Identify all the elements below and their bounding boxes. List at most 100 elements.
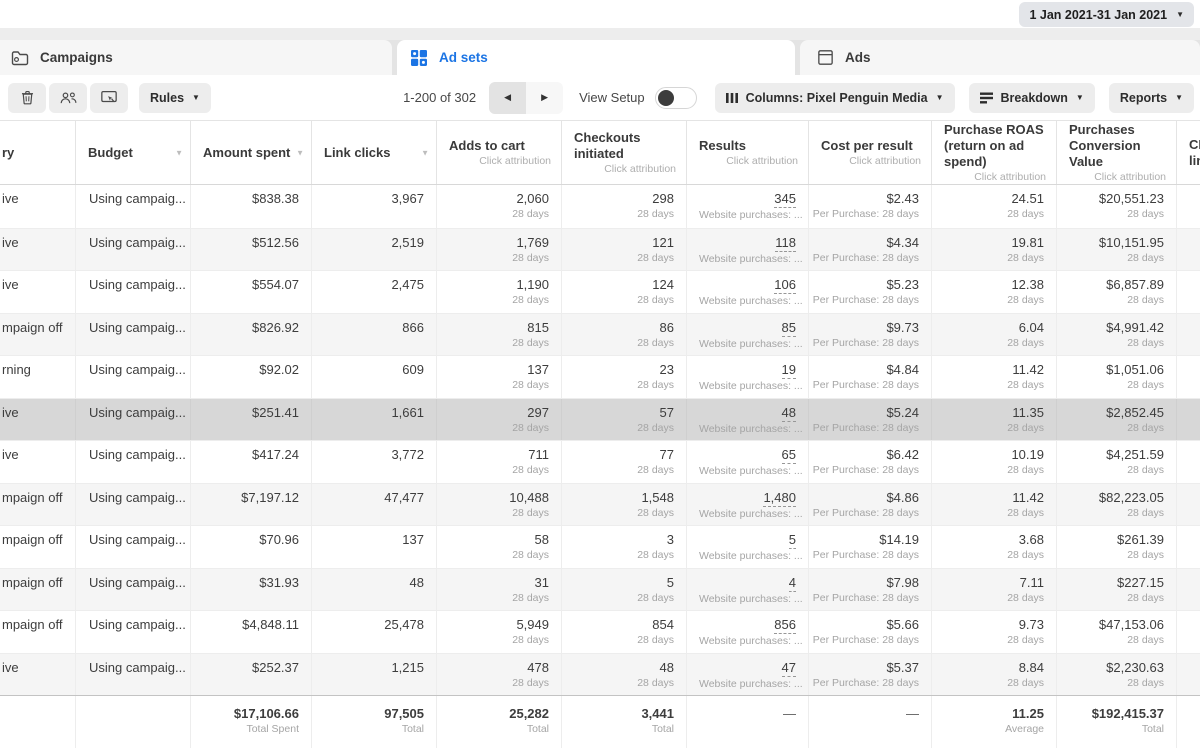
header-results[interactable]: Results Click attribution [686, 121, 808, 184]
header-amount-spent[interactable]: Amount spent ▼ [190, 121, 311, 184]
cell-cost-per-result: $4.34 Per Purchase: 28 days [808, 228, 931, 270]
header-purchases-conversion-value[interactable]: Purchases Conversion Value Click attribut… [1056, 121, 1176, 184]
results-link[interactable]: 345 [774, 190, 796, 208]
table-row[interactable]: ive Using campaig... $417.24 3,772 711 28… [0, 440, 1200, 483]
cell-cpc [1176, 271, 1200, 313]
tab-campaigns[interactable]: Campaigns [0, 40, 392, 75]
cell-budget: Using campaig... [75, 185, 190, 228]
sort-icon: ▼ [421, 148, 429, 157]
breakdown-button[interactable]: Breakdown ▼ [968, 82, 1095, 113]
header-purchase-roas[interactable]: Purchase ROAS (return on ad spend) Click … [931, 121, 1056, 184]
cell-cpc [1176, 483, 1200, 525]
header-checkouts-initiated[interactable]: Checkouts initiated Click attribution [561, 121, 686, 184]
header-link-clicks[interactable]: Link clicks ▼ [311, 121, 436, 184]
view-setup-label: View Setup [579, 90, 645, 105]
cell-purchase-roas: 8.84 28 days [931, 653, 1056, 695]
table-row[interactable]: ive Using campaig... $838.38 3,967 2,060… [0, 185, 1200, 228]
results-link[interactable]: 106 [774, 276, 796, 294]
cell-link-clicks: 2,475 [311, 271, 436, 313]
cell-delivery: mpaign off [2, 574, 63, 590]
tab-ad-sets-label: Ad sets [439, 50, 488, 65]
chevron-down-icon: ▼ [192, 92, 200, 102]
header-cost-per-result[interactable]: Cost per result Click attribution [808, 121, 931, 184]
header-budget[interactable]: Budget ▼ [75, 121, 190, 184]
results-link[interactable]: 65 [781, 446, 796, 464]
chevron-down-icon: ▼ [1176, 9, 1184, 19]
tab-ad-sets[interactable]: Ad sets [397, 40, 795, 75]
cell-budget: Using campaig... [75, 568, 190, 610]
chevron-down-icon: ▼ [1075, 92, 1084, 102]
cell-purchase-roas: 11.42 28 days [931, 483, 1056, 525]
header-adds-to-cart[interactable]: Adds to cart Click attribution [436, 121, 561, 184]
cell-results: 1,480 Website purchases: ... [686, 483, 808, 525]
tab-ads[interactable]: Ads [800, 40, 1200, 75]
sort-icon: ▼ [175, 148, 183, 157]
cell-delivery: mpaign off [2, 617, 63, 632]
cell-delivery: ive [2, 447, 19, 462]
table-row[interactable]: mpaign off Using campaig... $7,197.12 47… [0, 482, 1200, 525]
edit-button[interactable] [90, 82, 128, 113]
cell-purchase-roas: 9.73 28 days [931, 611, 1056, 653]
cell-cpc [1176, 356, 1200, 398]
columns-icon [725, 92, 738, 104]
table-row[interactable]: ive Using campaig... $251.41 1,661 297 28… [0, 397, 1200, 440]
cell-budget: Using campaig... [75, 611, 190, 653]
next-page-button[interactable]: ▶ [526, 81, 564, 114]
previous-page-button[interactable]: ◀ [489, 81, 527, 114]
results-link[interactable]: 19 [781, 361, 796, 379]
rules-button[interactable]: Rules ▼ [139, 82, 211, 113]
totals-checkouts: 3,441 Total [561, 696, 686, 748]
cell-budget: Using campaig... [75, 271, 190, 313]
breakdown-icon [979, 92, 993, 104]
table-row[interactable]: mpaign off Using campaig... $826.92 866 … [0, 312, 1200, 355]
results-link[interactable]: 118 [775, 234, 796, 252]
table-row[interactable]: ive Using campaig... $252.37 1,215 478 28… [0, 652, 1200, 695]
cell-delivery: mpaign off [2, 319, 63, 335]
audience-button[interactable] [49, 82, 87, 113]
tab-bar: Campaigns Ad sets Ads [0, 40, 1200, 75]
header-delivery[interactable]: ry [0, 121, 75, 184]
cell-cost-per-result: $5.37 Per Purchase: 28 days [808, 653, 931, 695]
cell-adds-to-cart: 478 28 days [436, 653, 561, 695]
cell-cpc [1176, 653, 1200, 695]
results-link[interactable]: 47 [781, 659, 796, 677]
cell-budget: Using campaig... [75, 483, 190, 525]
totals-results: — [686, 696, 808, 748]
results-link[interactable]: 5 [788, 531, 796, 549]
header-cpc[interactable]: CPlin [1176, 121, 1200, 184]
totals-cost-per-result: — [808, 696, 931, 748]
view-setup-toggle[interactable] [654, 86, 697, 109]
table-row[interactable]: mpaign off Using campaig... $31.93 48 31… [0, 567, 1200, 610]
delete-button[interactable] [8, 82, 46, 113]
results-link[interactable]: 4 [788, 574, 796, 592]
columns-button[interactable]: Columns: Pixel Penguin Media ▼ [714, 82, 955, 113]
table-row[interactable]: mpaign off Using campaig... $70.96 137 5… [0, 525, 1200, 568]
cell-link-clicks: 25,478 [311, 611, 436, 653]
tab-campaigns-label: Campaigns [40, 50, 113, 65]
cell-link-clicks: 609 [311, 356, 436, 398]
cell-budget: Using campaig... [75, 313, 190, 355]
cell-link-clicks: 3,772 [311, 441, 436, 483]
results-link[interactable]: 85 [781, 319, 796, 337]
cell-budget: Using campaig... [75, 526, 190, 568]
cell-purchases-conversion-value: $2,230.63 28 days [1056, 653, 1176, 695]
cell-amount-spent: $70.96 [190, 526, 311, 568]
table-row[interactable]: rning Using campaig... $92.02 609 137 28 … [0, 355, 1200, 398]
results-link[interactable]: 48 [781, 404, 796, 422]
table-row[interactable]: ive Using campaig... $554.07 2,475 1,190… [0, 270, 1200, 313]
results-link[interactable]: 1,480 [763, 489, 796, 507]
cell-purchase-roas: 6.04 28 days [931, 313, 1056, 355]
tab-ads-label: Ads [845, 50, 871, 65]
cell-results: 65 Website purchases: ... [686, 441, 808, 483]
cell-cost-per-result: $5.23 Per Purchase: 28 days [808, 271, 931, 313]
table-row[interactable]: ive Using campaig... $512.56 2,519 1,769… [0, 227, 1200, 270]
cell-link-clicks: 137 [311, 526, 436, 568]
results-link[interactable]: 856 [774, 616, 796, 634]
totals-purchases-conversion-value: $192,415.37 Total [1056, 696, 1176, 748]
reports-button[interactable]: Reports ▼ [1108, 82, 1194, 113]
breakdown-label: Breakdown [1000, 90, 1068, 105]
date-range-selector[interactable]: 1 Jan 2021-31 Jan 2021 ▼ [1019, 2, 1194, 27]
cell-amount-spent: $31.93 [190, 568, 311, 610]
cell-results: 106 Website purchases: ... [686, 271, 808, 313]
table-row[interactable]: mpaign off Using campaig... $4,848.11 25… [0, 610, 1200, 653]
